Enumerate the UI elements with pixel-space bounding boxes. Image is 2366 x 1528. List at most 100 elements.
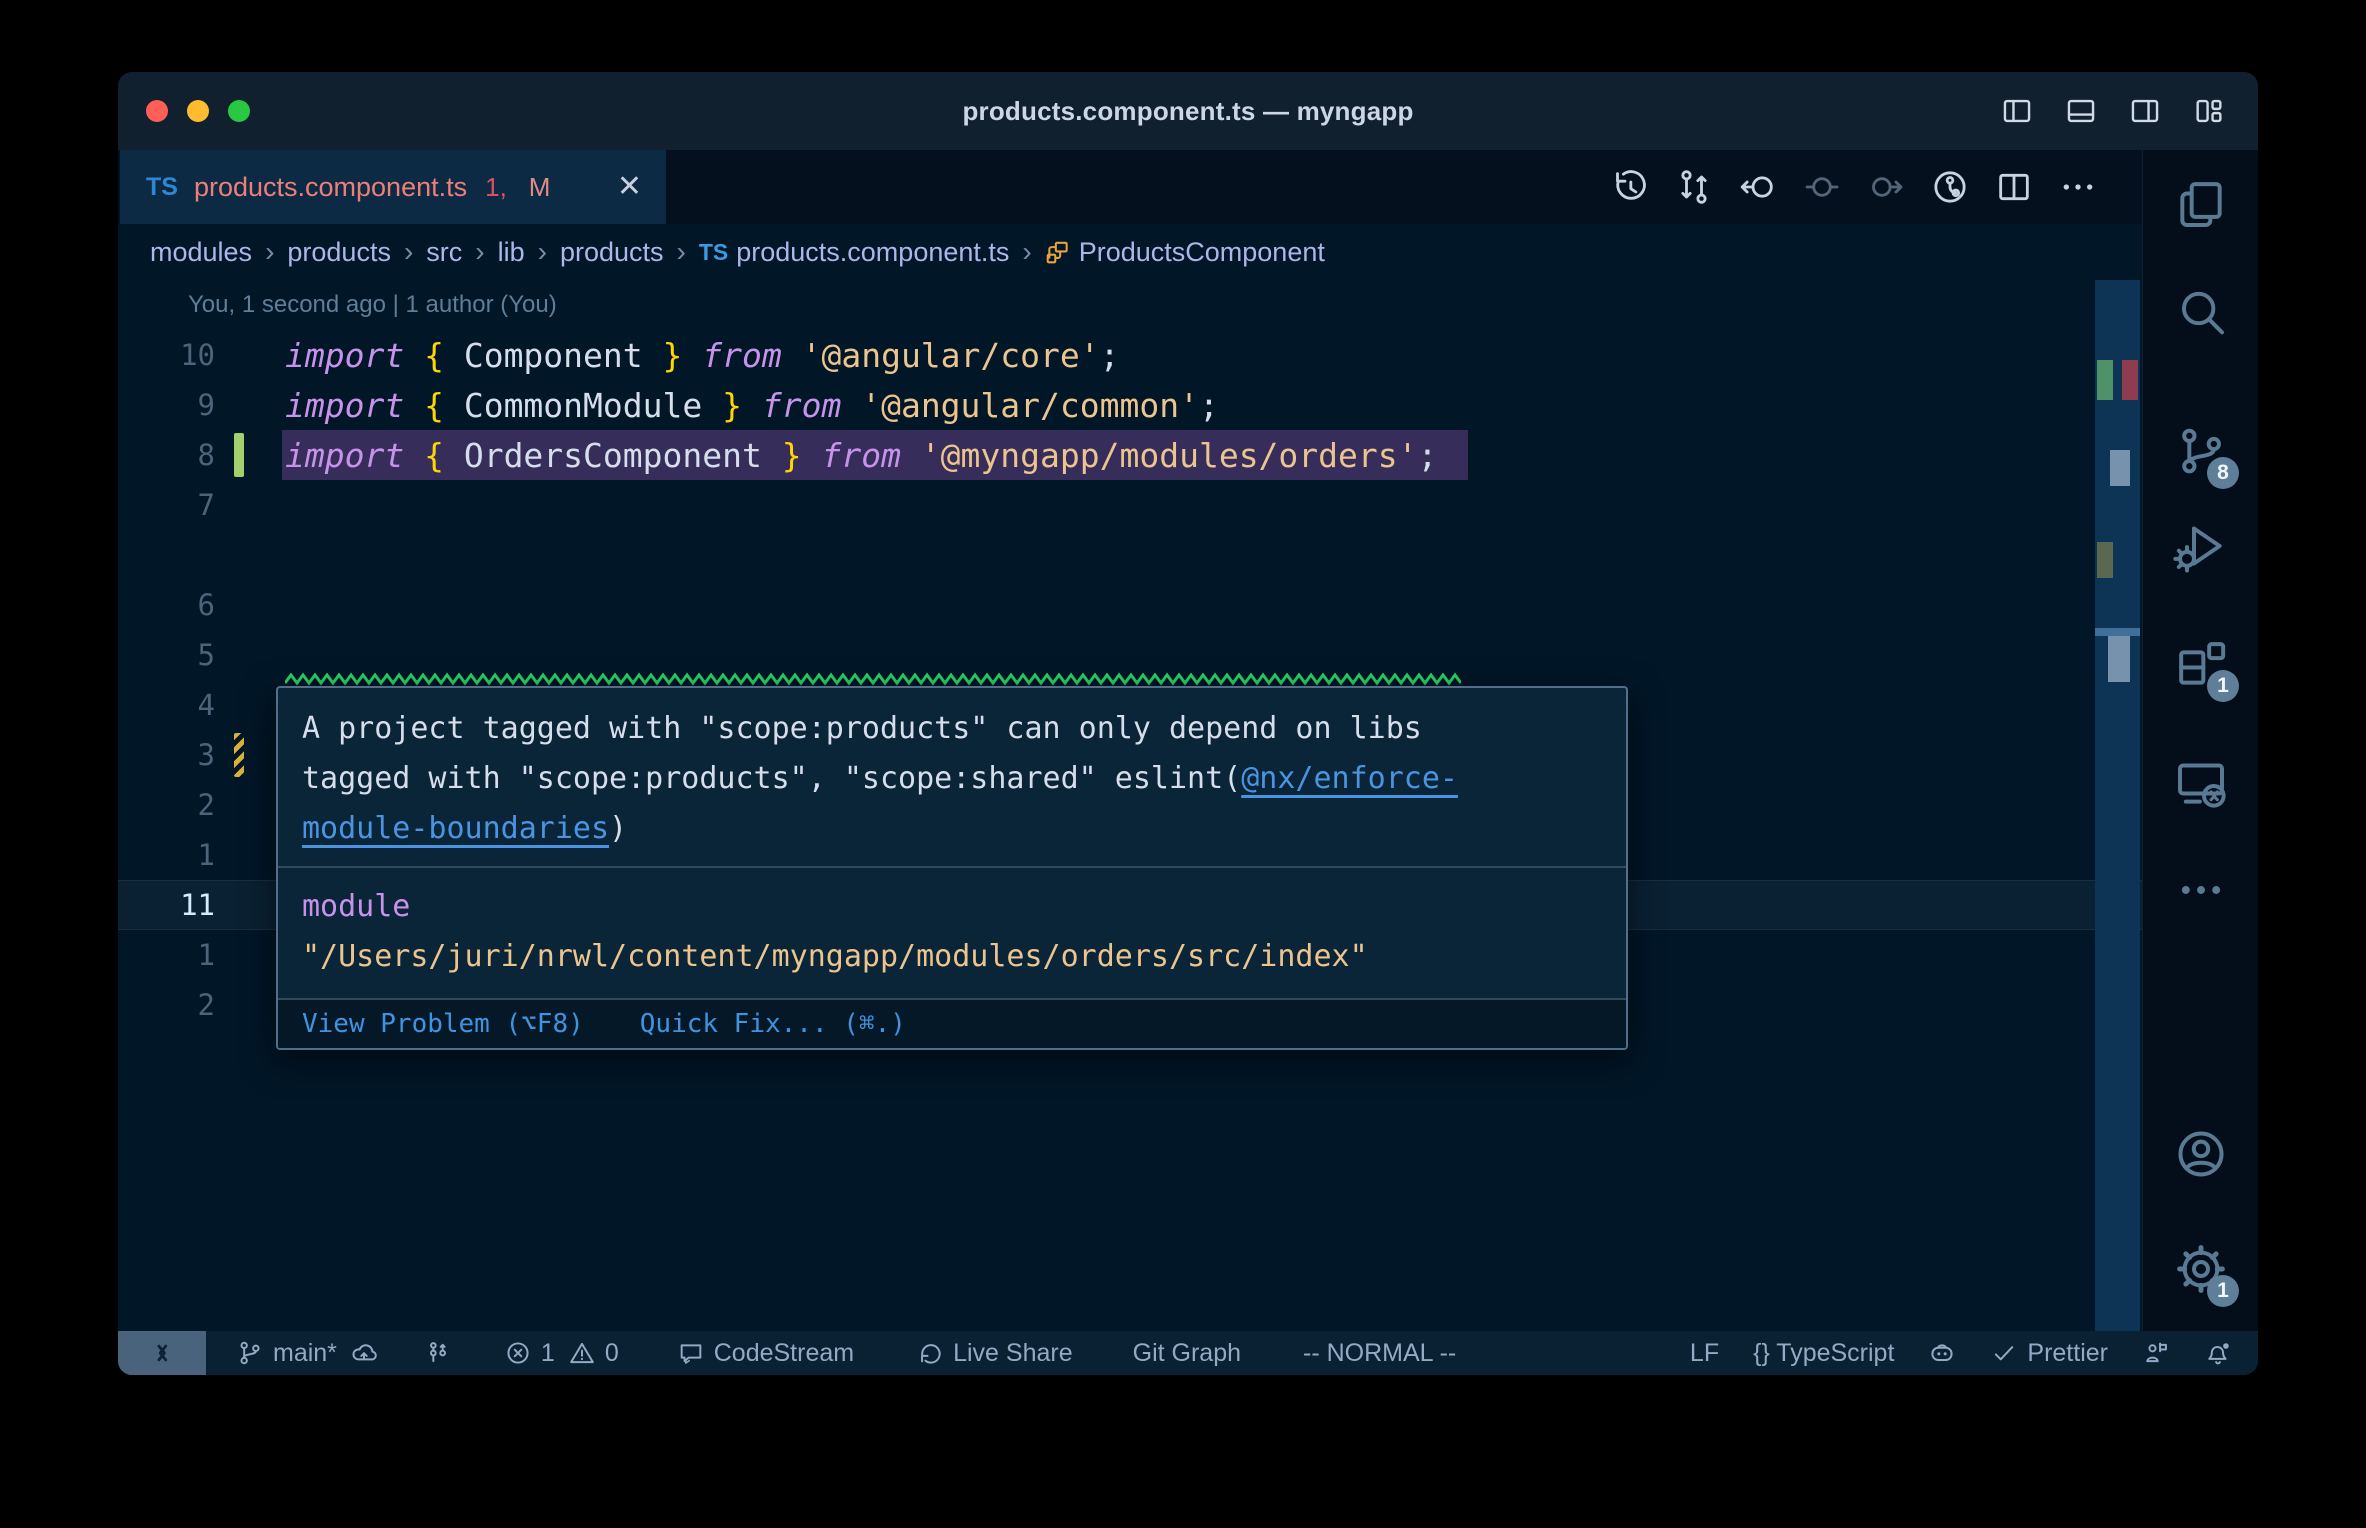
remote-icon: [147, 1338, 177, 1368]
toggle-panel-icon[interactable]: [2064, 94, 2098, 128]
status-branch-compare[interactable]: [424, 1339, 452, 1367]
overview-ruler-scrollbar[interactable]: [2095, 280, 2140, 1331]
breadcrumb-separator: ›: [676, 236, 686, 267]
brace: {: [424, 435, 464, 475]
keyword: import: [285, 435, 425, 475]
breadcrumb-item-lib[interactable]: lib: [498, 237, 525, 268]
breadcrumb-separator: ›: [475, 236, 485, 267]
line-number: 5: [197, 638, 215, 672]
quick-fix-action[interactable]: Quick Fix... (⌘.): [640, 1009, 906, 1039]
titlebar: products.component.ts — myngapp: [118, 72, 2258, 150]
breadcrumb-item-ProductsComponent[interactable]: ProductsComponent: [1045, 237, 1325, 268]
remote-explorer-icon: [2173, 755, 2229, 811]
customize-layout-icon[interactable]: [2192, 94, 2226, 128]
hover-actions: View Problem (⌥F8) Quick Fix... (⌘.): [278, 1000, 1626, 1048]
copilot-icon: [1928, 1339, 1956, 1367]
tab-products-component[interactable]: TS products.component.ts 1, M ✕: [120, 150, 666, 224]
status-language[interactable]: {} TypeScript: [1753, 1339, 1894, 1368]
breadcrumb: modules › products › src › lib › products › TS prod…: [118, 224, 2142, 280]
eslint-error-squiggle: [285, 672, 1461, 686]
brace: }: [642, 335, 683, 375]
status-branch[interactable]: main*: [236, 1339, 378, 1368]
check-icon: [1990, 1339, 2018, 1367]
status-copilot[interactable]: [1928, 1339, 1956, 1367]
breadcrumb-item-products[interactable]: products: [287, 237, 391, 268]
open-changes-back-icon[interactable]: [1738, 167, 1778, 207]
eslint-rule-link[interactable]: module-boundaries: [302, 811, 609, 846]
breadcrumb-item-src[interactable]: src: [426, 237, 462, 268]
error-message: A project tagged with "scope:products" c…: [302, 711, 1458, 846]
ruler-error-mark: [2122, 360, 2138, 400]
editor-code-area[interactable]: You, 1 second ago | 1 author (You) 10 impo…: [118, 280, 2142, 1331]
toggle-secondary-sidebar-icon[interactable]: [2128, 94, 2162, 128]
code-line-6[interactable]: 6: [118, 580, 2142, 630]
more-actions-icon[interactable]: [2058, 167, 2098, 207]
breadcrumb-item-products[interactable]: products: [560, 237, 664, 268]
timeline-history-icon[interactable]: [1610, 167, 1650, 207]
status-live-share[interactable]: Live Share: [916, 1339, 1073, 1368]
line-number: 9: [197, 388, 215, 422]
punctuation: ;: [1198, 385, 1219, 425]
share-icon: [916, 1339, 944, 1367]
status-notifications[interactable]: [2204, 1339, 2232, 1367]
activity-extensions[interactable]: 1: [2173, 636, 2239, 702]
codelens-blame[interactable]: You, 1 second ago | 1 author (You): [118, 280, 2142, 330]
toggle-primary-sidebar-icon[interactable]: [2000, 94, 2034, 128]
activity-explorer[interactable]: [2173, 176, 2229, 232]
activity-run-debug[interactable]: [2173, 518, 2229, 574]
brace: {: [424, 385, 464, 425]
editor-actions: [1610, 150, 2142, 224]
code-line-8[interactable]: 8 import { OrdersComponent } from '@mynga…: [118, 430, 2142, 480]
activity-search[interactable]: [2173, 284, 2229, 340]
status-vim-mode[interactable]: -- NORMAL --: [1303, 1339, 1456, 1368]
breadcrumb-item-products.component.ts[interactable]: TS products.component.ts: [699, 237, 1010, 268]
activity-badge: 1: [2207, 670, 2239, 702]
error-hover-popup: A project tagged with "scope:products" c…: [276, 686, 1628, 1050]
string: '@myngapp/modules/orders': [900, 435, 1418, 475]
code-line-7[interactable]: 7: [118, 480, 2142, 530]
ruler-band: [2095, 628, 2140, 636]
tab-close-icon[interactable]: ✕: [617, 172, 642, 202]
ruler-cursor-mark: [2108, 636, 2130, 682]
activity-account[interactable]: [2173, 1126, 2229, 1182]
keyword: from: [742, 385, 842, 425]
git-graph-view-icon[interactable]: [1930, 167, 1970, 207]
code-line-10[interactable]: 10 import { Component } from '@angular/co…: [118, 330, 2142, 380]
search-icon: [2173, 284, 2229, 340]
line-number: 7: [197, 488, 215, 522]
code-line-9[interactable]: 9 import { CommonModule } from '@angular/…: [118, 380, 2142, 430]
layout-controls: [2000, 72, 2226, 150]
ruler-added-mark: [2097, 360, 2113, 400]
split-editor-icon[interactable]: [1994, 167, 2034, 207]
status-feedback[interactable]: [2142, 1339, 2170, 1367]
status-problems[interactable]: 10: [504, 1339, 619, 1368]
brace: }: [702, 385, 742, 425]
activity-remote-explorer[interactable]: [2173, 755, 2229, 811]
activity-settings[interactable]: 1: [2173, 1241, 2239, 1307]
ruler-modified-mark: [2097, 542, 2113, 578]
identifier: OrdersComponent: [463, 435, 762, 475]
account-icon: [2173, 1126, 2229, 1182]
status-codestream[interactable]: CodeStream: [677, 1339, 854, 1368]
activity-more-views[interactable]: [2173, 862, 2229, 918]
status-eol[interactable]: LF: [1690, 1339, 1719, 1368]
module-info: module "/Users/juri/nrwl/content/myngapp…: [278, 868, 1626, 998]
status-prettier[interactable]: Prettier: [1990, 1339, 2108, 1368]
line-number: 4: [197, 688, 215, 722]
punctuation: ;: [1417, 435, 1438, 475]
window-title: products.component.ts — myngapp: [962, 95, 1414, 126]
tab-label: products.component.ts: [193, 171, 468, 202]
status-git-graph[interactable]: Git Graph: [1133, 1339, 1241, 1368]
eslint-rule-link[interactable]: @nx/enforce-: [1241, 761, 1458, 796]
activity-source-control[interactable]: 8: [2173, 423, 2239, 489]
keyword: import: [285, 385, 425, 425]
compare-changes-icon[interactable]: [1674, 167, 1714, 207]
identifier: CommonModule: [463, 385, 703, 425]
breadcrumb-item-modules[interactable]: modules: [150, 237, 252, 268]
warning-triangle-icon: [568, 1339, 596, 1367]
breadcrumb-separator: ›: [403, 236, 414, 267]
line-number: 8: [197, 438, 215, 472]
ruler-selection-mark: [2110, 450, 2130, 486]
view-problem-action[interactable]: View Problem (⌥F8): [302, 1009, 584, 1039]
remote-indicator[interactable]: [118, 1331, 206, 1375]
